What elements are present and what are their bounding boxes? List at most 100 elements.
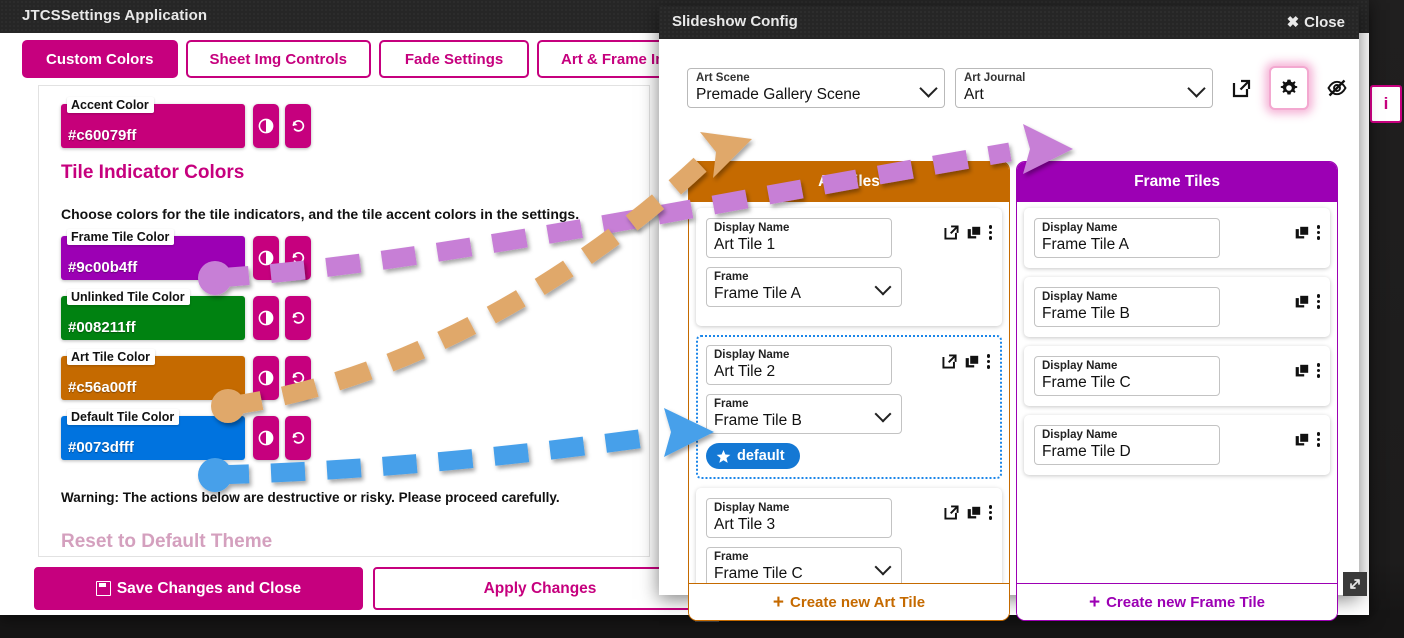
apply-changes-button[interactable]: Apply Changes xyxy=(373,567,707,610)
accent-color-swatch[interactable]: Accent Color #c60079ff xyxy=(61,97,245,148)
hide-preview-button[interactable] xyxy=(1319,68,1355,108)
display-name-value: Art Tile 3 xyxy=(714,516,776,533)
save-button-label: Save Changes and Close xyxy=(116,579,302,597)
art-tiles-list[interactable]: Display Name Art Tile 1 Frame Frame Tile… xyxy=(689,202,1009,584)
art-tile-color-swatch[interactable]: Art Tile Color #c56a00ff xyxy=(61,349,245,400)
art-tile-frame-select[interactable]: Frame Frame Tile B xyxy=(706,394,902,434)
frame-tile-contrast-button[interactable] xyxy=(253,236,279,280)
duplicate-icon[interactable] xyxy=(966,224,983,241)
more-options-icon[interactable] xyxy=(986,354,990,369)
display-name-label: Display Name xyxy=(714,222,790,234)
frame-tiles-list[interactable]: Display Name Frame Tile A Display Name F… xyxy=(1017,202,1337,584)
save-changes-and-close-button[interactable]: Save Changes and Close xyxy=(34,567,363,610)
edit-external-icon[interactable] xyxy=(941,353,958,370)
slideshow-dialog-title: Slideshow Config xyxy=(672,13,798,30)
art-tile-display-name-input[interactable]: Display Name Art Tile 1 xyxy=(706,218,892,258)
edit-external-icon[interactable] xyxy=(943,224,960,241)
slideshow-resize-handle[interactable] xyxy=(1343,572,1367,596)
display-name-value: Art Tile 1 xyxy=(714,236,776,253)
display-name-label: Display Name xyxy=(1042,429,1118,441)
create-new-frame-tile-button[interactable]: + Create new Frame Tile xyxy=(1017,583,1337,620)
unlinked-tile-contrast-button[interactable] xyxy=(253,296,279,340)
frame-tile-card[interactable]: Display Name Frame Tile B xyxy=(1024,277,1330,337)
display-name-label: Display Name xyxy=(714,349,790,361)
more-options-icon[interactable] xyxy=(1316,225,1320,240)
frame-tile-display-name-input[interactable]: Display Name Frame Tile C xyxy=(1034,356,1220,396)
create-new-art-tile-button[interactable]: + Create new Art Tile xyxy=(689,583,1009,620)
duplicate-icon[interactable] xyxy=(966,504,983,521)
art-tile-card[interactable]: Display Name Art Tile 2 Frame Frame Tile… xyxy=(696,335,1002,479)
frame-tile-color-swatch[interactable]: Frame Tile Color #9c00b4ff xyxy=(61,229,245,280)
contrast-icon xyxy=(258,370,274,386)
edit-external-icon[interactable] xyxy=(943,504,960,521)
more-options-icon[interactable] xyxy=(1316,363,1320,378)
accent-contrast-button[interactable] xyxy=(253,104,279,148)
frame-label: Frame xyxy=(714,398,749,410)
tab-custom-colors[interactable]: Custom Colors xyxy=(22,40,178,78)
accent-color-label: Accent Color xyxy=(67,97,154,113)
more-options-icon[interactable] xyxy=(988,505,992,520)
art-tile-display-name-input[interactable]: Display Name Art Tile 3 xyxy=(706,498,892,538)
unlinked-tile-color-value: #008211ff xyxy=(68,319,136,336)
revert-icon xyxy=(292,252,305,264)
default-tile-revert-button[interactable] xyxy=(285,416,311,460)
more-options-icon[interactable] xyxy=(988,225,992,240)
resize-arrows-icon xyxy=(1350,579,1360,589)
display-name-label: Display Name xyxy=(1042,222,1118,234)
frame-tile-card[interactable]: Display Name Frame Tile C xyxy=(1024,346,1330,406)
duplicate-icon[interactable] xyxy=(1294,224,1311,241)
frame-tile-card[interactable]: Display Name Frame Tile D xyxy=(1024,415,1330,475)
default-tile-badge[interactable]: default xyxy=(706,443,800,469)
default-tile-contrast-button[interactable] xyxy=(253,416,279,460)
art-tile-actions xyxy=(943,224,992,241)
slideshow-body: Art Scene Premade Gallery Scene Art Jour… xyxy=(659,39,1359,621)
settings-window-title: JTCSSettings Application xyxy=(22,7,208,24)
color-row-art-tile: Art Tile Color #c56a00ff xyxy=(61,349,649,400)
frame-tile-display-name-input[interactable]: Display Name Frame Tile A xyxy=(1034,218,1220,258)
frame-tile-display-name-input[interactable]: Display Name Frame Tile B xyxy=(1034,287,1220,327)
duplicate-icon[interactable] xyxy=(1294,362,1311,379)
art-tile-revert-button[interactable] xyxy=(285,356,311,400)
frame-tile-card[interactable]: Display Name Frame Tile A xyxy=(1024,208,1330,268)
frame-tile-actions xyxy=(1294,293,1320,310)
art-tile-frame-select[interactable]: Frame Frame Tile A xyxy=(706,267,902,307)
default-badge-label: default xyxy=(737,448,785,464)
tab-fade-settings[interactable]: Fade Settings xyxy=(379,40,530,78)
art-tile-contrast-button[interactable] xyxy=(253,356,279,400)
tab-sheet-img-controls[interactable]: Sheet Img Controls xyxy=(185,40,372,78)
destructive-warning-text: Warning: The actions below are destructi… xyxy=(61,490,560,505)
more-options-icon[interactable] xyxy=(1316,432,1320,447)
frame-value: Frame Tile C xyxy=(714,565,803,582)
contrast-icon xyxy=(258,250,274,266)
slideshow-close-button[interactable]: ✖ Close xyxy=(1286,13,1345,32)
contrast-icon xyxy=(258,430,274,446)
unlinked-tile-color-swatch[interactable]: Unlinked Tile Color #008211ff xyxy=(61,289,245,340)
art-tile-card[interactable]: Display Name Art Tile 1 Frame Frame Tile… xyxy=(696,208,1002,326)
frame-tile-revert-button[interactable] xyxy=(285,236,311,280)
duplicate-icon[interactable] xyxy=(1294,431,1311,448)
display-name-value: Frame Tile C xyxy=(1042,374,1131,391)
frame-tile-display-name-input[interactable]: Display Name Frame Tile D xyxy=(1034,425,1220,465)
unlinked-tile-revert-button[interactable] xyxy=(285,296,311,340)
display-name-value: Frame Tile B xyxy=(1042,305,1130,322)
accent-color-value: #c60079ff xyxy=(68,127,137,144)
art-tile-actions xyxy=(941,353,990,370)
accent-revert-button[interactable] xyxy=(285,104,311,148)
art-journal-select[interactable]: Art Journal Art xyxy=(955,68,1213,108)
frame-value: Frame Tile B xyxy=(714,412,802,429)
close-icon: ✖ xyxy=(1286,14,1300,31)
info-side-tab[interactable]: i xyxy=(1370,85,1402,123)
duplicate-icon[interactable] xyxy=(1294,293,1311,310)
art-tile-frame-select[interactable]: Frame Frame Tile C xyxy=(706,547,902,584)
art-scene-select[interactable]: Art Scene Premade Gallery Scene xyxy=(687,68,945,108)
open-external-button[interactable] xyxy=(1223,68,1259,108)
art-tile-card[interactable]: Display Name Art Tile 3 Frame Frame Tile… xyxy=(696,488,1002,584)
default-tile-color-value: #0073dfff xyxy=(68,439,134,456)
more-options-icon[interactable] xyxy=(1316,294,1320,309)
art-tile-display-name-input[interactable]: Display Name Art Tile 2 xyxy=(706,345,892,385)
slideshow-top-controls: Art Scene Premade Gallery Scene Art Jour… xyxy=(687,66,1355,110)
default-tile-color-swatch[interactable]: Default Tile Color #0073dfff xyxy=(61,409,245,460)
display-name-value: Frame Tile D xyxy=(1042,443,1131,460)
duplicate-icon[interactable] xyxy=(964,353,981,370)
gear-settings-button[interactable] xyxy=(1269,66,1309,110)
